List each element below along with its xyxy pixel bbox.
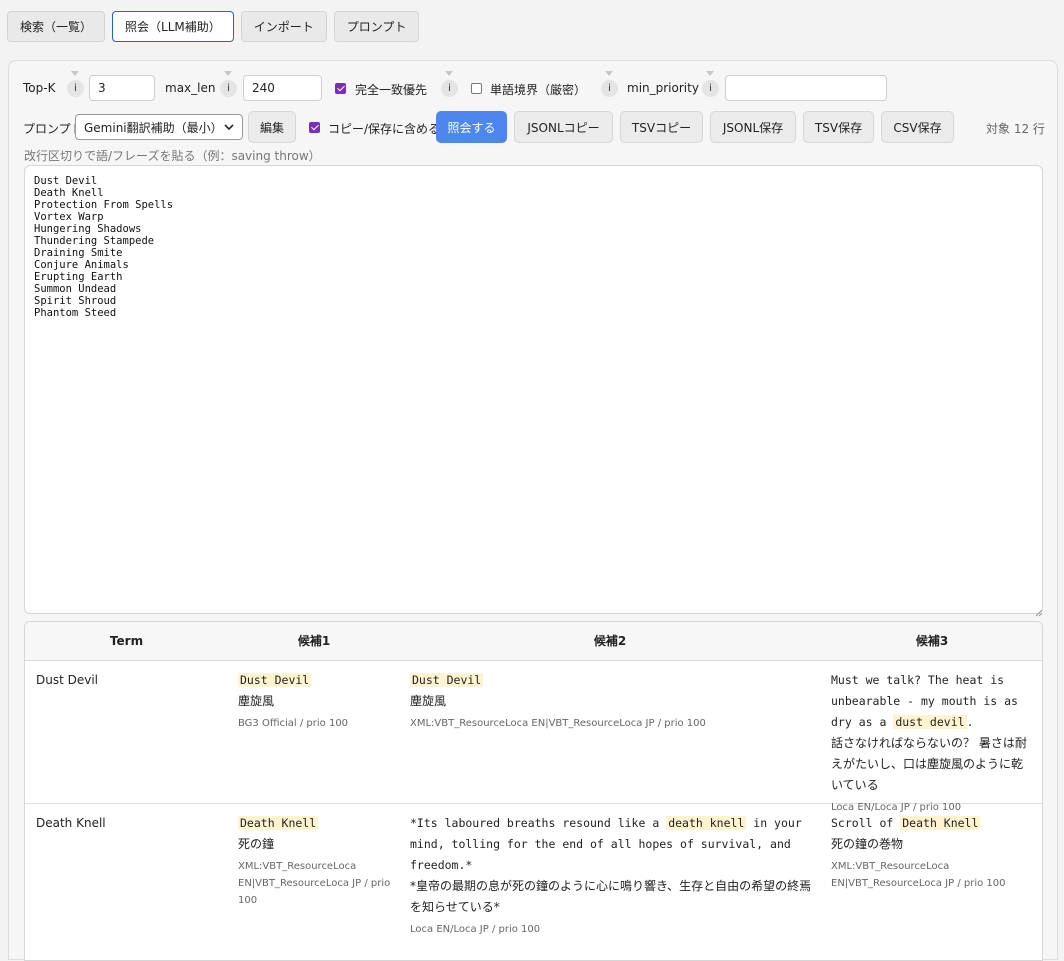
prompt-select[interactable]: Gemini翻訳補助（最小） — [75, 114, 243, 140]
candidate-cell: Dust Devil 塵旋風 BG3 Official / prio 100 — [238, 670, 393, 732]
candidate-jp: 塵旋風 — [410, 694, 447, 708]
candidate-cell: Scroll of Death Knell 死の鐘の巻物 XML:VBT_Res… — [831, 813, 1031, 892]
chevron-down-icon — [224, 124, 234, 130]
table-row: Death Knell Death Knell 死の鐘 XML:VBT_Reso… — [25, 804, 1042, 960]
candidate-en-tail: . — [966, 715, 974, 729]
maxlen-info-icon[interactable]: i — [220, 71, 237, 97]
tab-prompt[interactable]: プロンプト — [333, 11, 420, 42]
lookup-panel: Top-K i max_len i 完全一致優先 i 単語境界（厳密） i mi… — [8, 60, 1058, 961]
candidate-jp: 塵旋風 — [238, 694, 275, 708]
include-prompt-checkbox[interactable] — [309, 122, 320, 133]
match-highlight: death knell — [666, 816, 747, 830]
match-highlight: Dust Devil — [410, 673, 484, 687]
results-table: Term 候補1 候補2 候補3 Dust Devil Dust Devil 塵… — [24, 621, 1043, 961]
tab-lookup-llm[interactable]: 照会（LLM補助） — [112, 11, 234, 42]
table-header: Term 候補1 候補2 候補3 — [25, 622, 1042, 661]
col-header-term: Term — [109, 634, 144, 648]
word-boundary-checkbox[interactable] — [471, 83, 482, 94]
target-count: 対象 12 行 — [986, 122, 1045, 136]
maxlen-label: max_len — [165, 81, 216, 95]
word-boundary-label: 単語境界（厳密） — [490, 83, 587, 97]
match-highlight: Death Knell — [900, 816, 981, 830]
tab-import[interactable]: インポート — [240, 11, 327, 42]
csv-save-button[interactable]: CSV保存 — [881, 111, 954, 143]
candidate-cell: *Its laboured breaths resound like a dea… — [410, 813, 814, 938]
term-cell: Death Knell — [36, 816, 106, 830]
exact-info-icon[interactable]: i — [441, 71, 458, 97]
candidate-jp: 死の鐘 — [238, 837, 275, 851]
prompt-select-value: Gemini翻訳補助（最小） — [84, 120, 223, 135]
candidate-cell: Must we talk? The heat is unbearable - m… — [831, 670, 1031, 816]
candidate-jp: *皇帝の最期の息が死の鐘のように心に鳴り響き、生存と自由の希望の終焉を知らせてい… — [410, 879, 812, 914]
min-priority-label: min_priority — [627, 81, 699, 95]
candidate-cell: Death Knell 死の鐘 XML:VBT_ResourceLoca EN|… — [238, 813, 396, 909]
topk-label: Top-K — [23, 81, 56, 95]
term-cell: Dust Devil — [36, 673, 99, 687]
input-hint: 改行区切りで語/フレーズを貼る（例：saving throw） — [24, 149, 321, 163]
resize-handle-icon[interactable] — [1035, 606, 1043, 617]
col-header-candidate3: 候補3 — [915, 634, 949, 648]
tsv-copy-button[interactable]: TSVコピー — [620, 111, 703, 143]
candidate-source: BG3 Official / prio 100 — [238, 718, 349, 729]
candidate-en: *Its laboured breaths resound like a — [410, 816, 667, 830]
candidate-jp: 話さなければならないの？ 暑さは耐えがたいし、口は塵旋風のように乾いている — [831, 736, 1027, 792]
min-priority-input[interactable] — [725, 75, 887, 101]
candidate-jp: 死の鐘の巻物 — [831, 837, 904, 851]
query-button[interactable]: 照会する — [436, 111, 507, 143]
tsv-save-button[interactable]: TSV保存 — [803, 111, 874, 143]
table-row: Dust Devil Dust Devil 塵旋風 BG3 Official /… — [25, 661, 1042, 813]
maxlen-input[interactable] — [243, 75, 322, 101]
min-priority-info-icon[interactable]: i — [702, 71, 719, 97]
edit-prompt-button[interactable]: 編集 — [248, 111, 296, 143]
topk-info-icon[interactable]: i — [67, 71, 84, 97]
jsonl-save-button[interactable]: JSONL保存 — [710, 111, 796, 143]
col-header-candidate2: 候補2 — [593, 634, 627, 648]
word-boundary-info-icon[interactable]: i — [601, 71, 618, 97]
candidate-source: XML:VBT_ResourceLoca EN|VBT_ResourceLoca… — [238, 861, 391, 906]
exact-match-checkbox[interactable] — [335, 83, 346, 94]
include-prompt-label: コピー/保存に含める — [328, 122, 441, 136]
tab-bar: 検索（一覧） 照会（LLM補助） インポート プロンプト — [7, 11, 420, 42]
prompt-label: プロンプト — [23, 122, 83, 136]
candidate-source: Loca EN/Loca JP / prio 100 — [410, 924, 541, 935]
jsonl-copy-button[interactable]: JSONLコピー — [514, 111, 613, 143]
match-highlight: Death Knell — [238, 816, 319, 830]
candidate-source: XML:VBT_ResourceLoca EN|VBT_ResourceLoca… — [410, 718, 706, 729]
terms-textarea[interactable]: Dust Devil Death Knell Protection From S… — [24, 165, 1043, 614]
topk-input[interactable] — [89, 75, 155, 101]
candidate-en: Scroll of — [831, 816, 901, 830]
candidate-cell: Dust Devil 塵旋風 XML:VBT_ResourceLoca EN|V… — [410, 670, 810, 732]
exact-match-label: 完全一致優先 — [355, 83, 428, 97]
match-highlight: Dust Devil — [238, 673, 312, 687]
col-header-candidate1: 候補1 — [297, 634, 331, 648]
tab-search-list[interactable]: 検索（一覧） — [7, 11, 106, 42]
match-highlight: dust devil — [893, 715, 967, 729]
candidate-source: XML:VBT_ResourceLoca EN|VBT_ResourceLoca… — [831, 861, 1006, 889]
